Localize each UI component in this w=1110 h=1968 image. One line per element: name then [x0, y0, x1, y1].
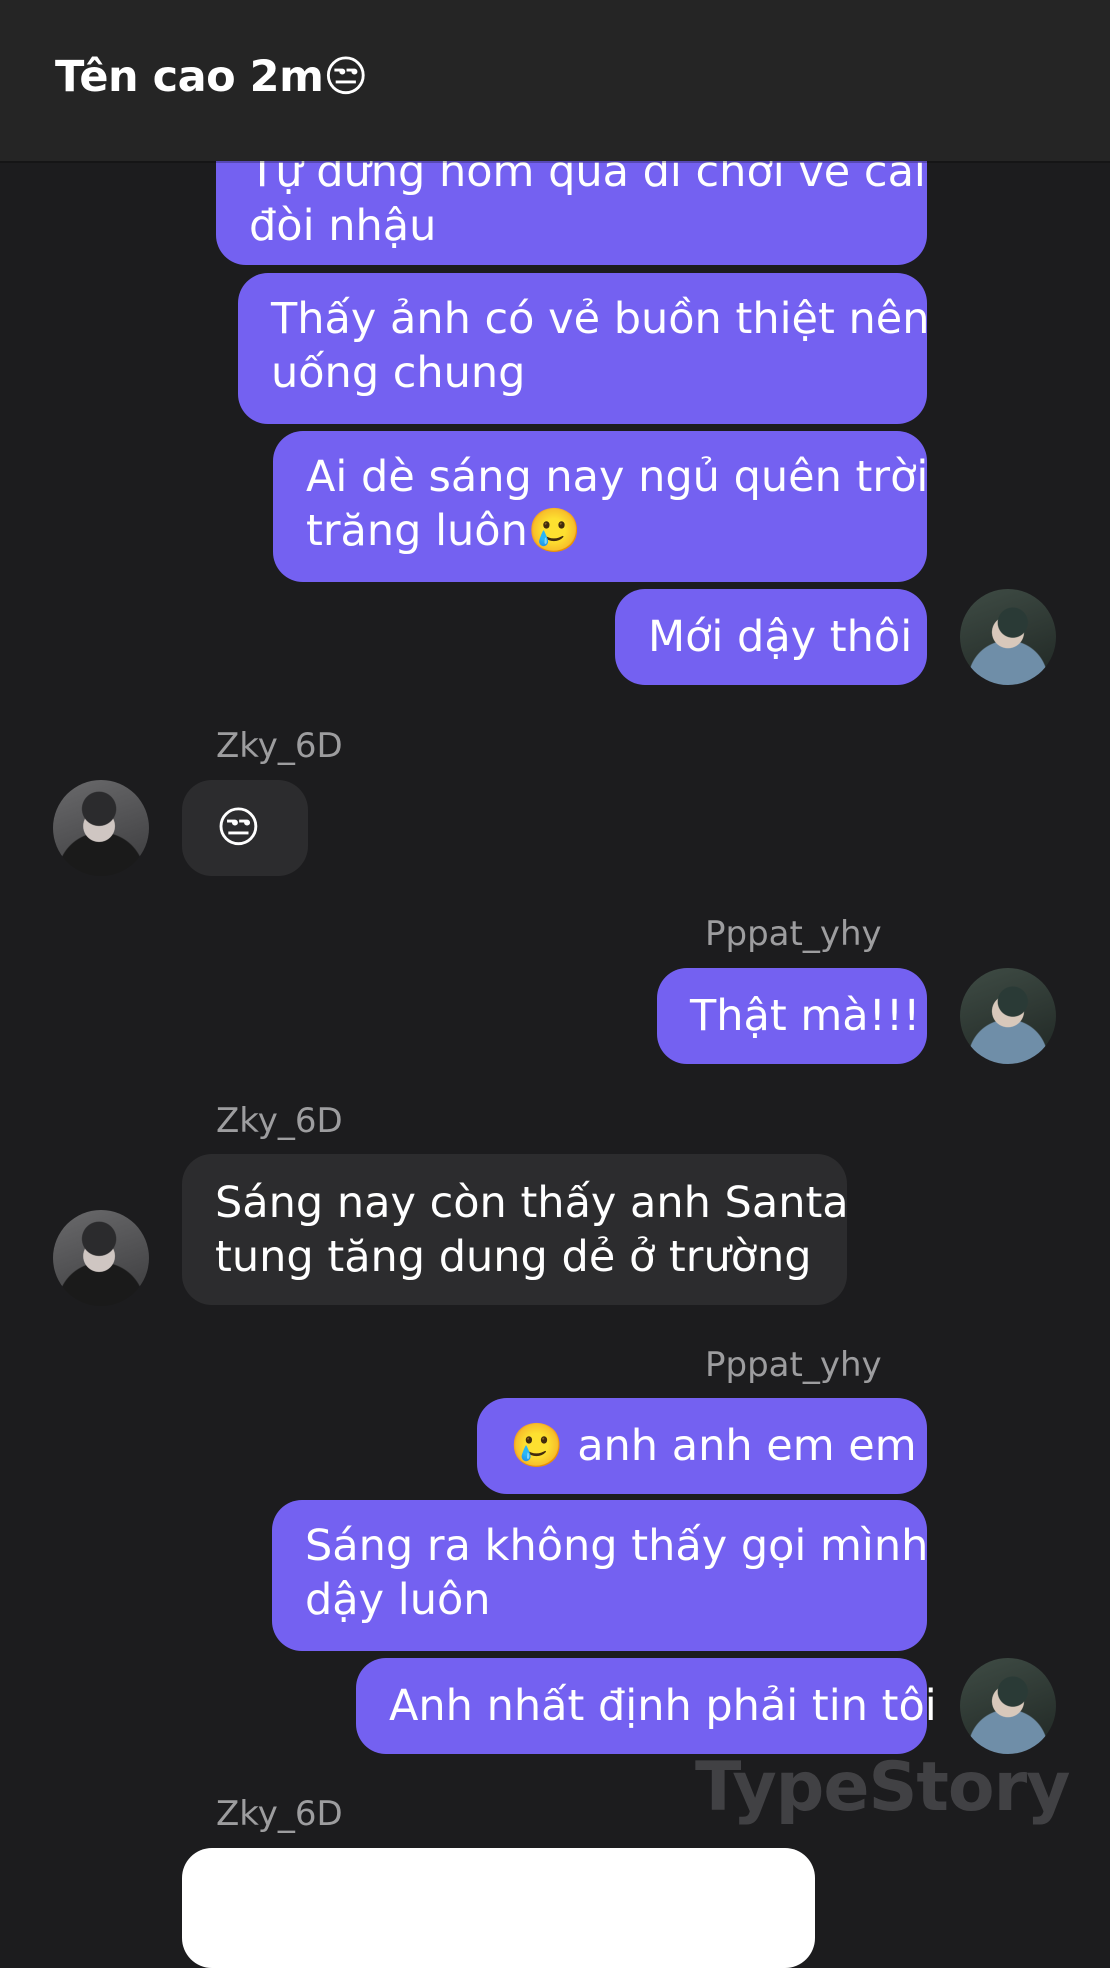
- message-text: dậy luôn: [305, 1575, 491, 1625]
- message-text: Sáng nay còn thấy anh Santa: [215, 1178, 849, 1228]
- unamused-face-icon: 😒: [216, 803, 261, 853]
- message-text: Thấy ảnh có vẻ buồn thiệt nên: [271, 294, 930, 344]
- message-text: tung tăng dung dẻ ở trường: [215, 1232, 812, 1282]
- my-avatar[interactable]: [960, 968, 1056, 1064]
- chat-header: Tên cao 2m😒: [0, 0, 1110, 161]
- sender-name: Zky_6D: [216, 1101, 343, 1141]
- message-bubble-incoming[interactable]: Sáng nay còn thấy anh Santa tung tăng du…: [182, 1154, 849, 1305]
- message-text: Ai dè sáng nay ngủ quên trời: [306, 452, 929, 502]
- my-avatar[interactable]: [960, 589, 1056, 685]
- my-avatar[interactable]: [960, 1658, 1056, 1754]
- message-text: Anh nhất định phải tin tôi: [389, 1681, 937, 1731]
- sender-name: Zky_6D: [216, 726, 343, 766]
- chat-title[interactable]: Tên cao 2m😒: [55, 52, 368, 102]
- message-text: trăng luôn🥲: [306, 506, 582, 556]
- message-text: đòi nhậu: [249, 201, 437, 251]
- watermark: TypeStory: [695, 1748, 1070, 1827]
- message-bubble-outgoing[interactable]: Mới dậy thôi: [615, 589, 927, 685]
- message-text: Thật mà!!!: [690, 991, 921, 1041]
- message-bubble-outgoing[interactable]: Thấy ảnh có vẻ buồn thiệt nên uống chung: [238, 273, 930, 424]
- message-text: uống chung: [271, 348, 526, 398]
- message-list[interactable]: Tự dưng hôm qua đi chơi về cái đòi nhậu …: [0, 0, 1110, 1920]
- message-bubble-outgoing[interactable]: Sáng ra không thấy gọi mình dậy luôn: [272, 1500, 929, 1651]
- contact-avatar[interactable]: [53, 1210, 149, 1306]
- message-bubble-outgoing[interactable]: Ai dè sáng nay ngủ quên trời trăng luôn🥲: [273, 431, 929, 582]
- message-bubble-outgoing[interactable]: Anh nhất định phải tin tôi: [356, 1658, 937, 1754]
- message-bubble-incoming[interactable]: 😒: [182, 780, 308, 876]
- incoming-image-message[interactable]: [182, 1848, 815, 1968]
- contact-avatar[interactable]: [53, 780, 149, 876]
- sender-name: Pppat_yhy: [705, 914, 882, 954]
- message-text: 🥲 anh anh em em: [510, 1421, 917, 1471]
- message-text: Sáng ra không thấy gọi mình: [305, 1521, 929, 1571]
- message-bubble-outgoing[interactable]: 🥲 anh anh em em: [477, 1398, 927, 1494]
- message-text: Mới dậy thôi: [648, 612, 913, 662]
- sender-name: Pppat_yhy: [705, 1345, 882, 1385]
- message-bubble-outgoing[interactable]: Thật mà!!!: [657, 968, 927, 1064]
- sender-name: Zky_6D: [216, 1794, 343, 1834]
